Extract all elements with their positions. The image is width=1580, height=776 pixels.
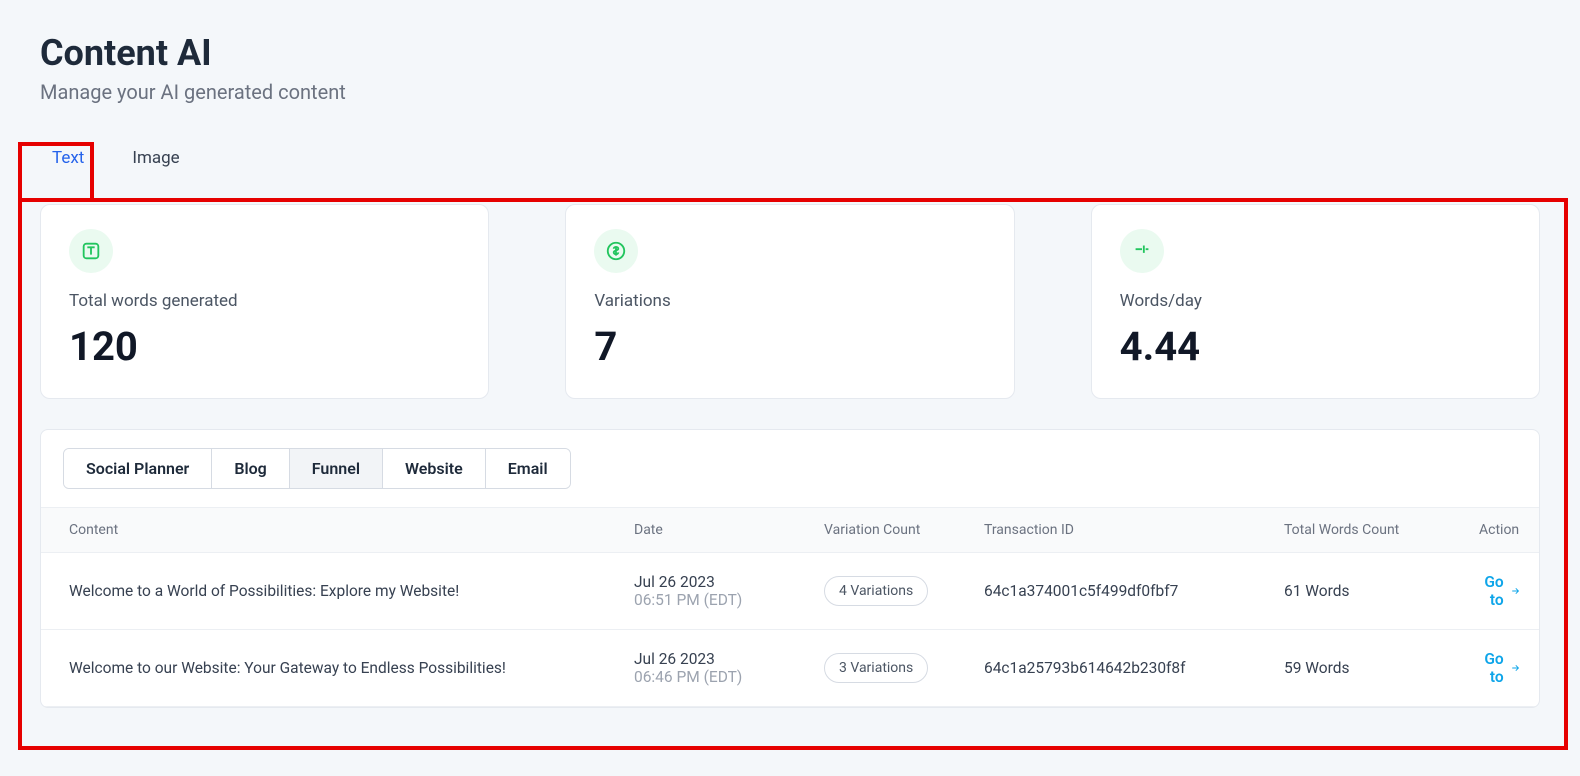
content-table-card: Social Planner Blog Funnel Website Email… — [40, 429, 1540, 708]
stats-row: Total words generated 120 Variations 7 W… — [40, 204, 1540, 399]
stat-words-per-day: Words/day 4.44 — [1091, 204, 1540, 399]
cell-time-value: 06:51 PM (EDT) — [634, 591, 824, 609]
goto-label: Go to — [1479, 573, 1504, 609]
variation-pill: 4 Variations — [824, 576, 928, 606]
filter-website[interactable]: Website — [383, 449, 486, 488]
cell-txn: 64c1a25793b614642b230f8f — [984, 659, 1284, 677]
cell-date: Jul 26 2023 06:51 PM (EDT) — [634, 573, 824, 609]
stat-value: 120 — [69, 323, 460, 370]
cursor-icon — [1120, 229, 1164, 273]
cell-content: Welcome to our Website: Your Gateway to … — [69, 659, 634, 677]
stat-label: Words/day — [1120, 291, 1511, 311]
filter-social-planner[interactable]: Social Planner — [64, 449, 212, 488]
content-table: Content Date Variation Count Transaction… — [41, 507, 1539, 707]
col-words: Total Words Count — [1284, 522, 1479, 538]
cell-time-value: 06:46 PM (EDT) — [634, 668, 824, 686]
col-variation: Variation Count — [824, 522, 984, 538]
arrow-right-icon — [1510, 660, 1521, 676]
goto-button[interactable]: Go to — [1479, 650, 1520, 686]
stat-label: Total words generated — [69, 291, 460, 311]
col-date: Date — [634, 522, 824, 538]
main-tabs: Text Image — [40, 140, 1540, 176]
cell-txn: 64c1a374001c5f499df0fbf7 — [984, 582, 1284, 600]
goto-label: Go to — [1479, 650, 1504, 686]
cell-date-value: Jul 26 2023 — [634, 650, 824, 668]
variation-pill: 3 Variations — [824, 653, 928, 683]
filter-row: Social Planner Blog Funnel Website Email — [41, 430, 1539, 489]
page-subtitle: Manage your AI generated content — [40, 80, 1540, 104]
stat-label: Variations — [594, 291, 985, 311]
tab-image[interactable]: Image — [128, 140, 183, 176]
cell-words: 61 Words — [1284, 582, 1479, 600]
tab-text[interactable]: Text — [48, 140, 88, 176]
stat-variations: Variations 7 — [565, 204, 1014, 399]
filter-blog[interactable]: Blog — [212, 449, 289, 488]
filter-email[interactable]: Email — [486, 449, 570, 488]
col-content: Content — [69, 522, 634, 538]
cell-action: Go to — [1479, 573, 1520, 609]
cell-date: Jul 26 2023 06:46 PM (EDT) — [634, 650, 824, 686]
filter-funnel[interactable]: Funnel — [290, 449, 383, 488]
col-action: Action — [1479, 522, 1519, 538]
cell-variations: 4 Variations — [824, 576, 984, 606]
cell-date-value: Jul 26 2023 — [634, 573, 824, 591]
table-row: Welcome to a World of Possibilities: Exp… — [41, 553, 1539, 630]
dollar-icon — [594, 229, 638, 273]
page-title: Content AI — [40, 32, 1540, 74]
stat-total-words: Total words generated 120 — [40, 204, 489, 399]
cell-words: 59 Words — [1284, 659, 1479, 677]
table-header: Content Date Variation Count Transaction… — [41, 507, 1539, 553]
text-icon — [69, 229, 113, 273]
filter-group: Social Planner Blog Funnel Website Email — [63, 448, 571, 489]
cell-action: Go to — [1479, 650, 1520, 686]
goto-button[interactable]: Go to — [1479, 573, 1520, 609]
stat-value: 4.44 — [1120, 323, 1511, 370]
cell-content: Welcome to a World of Possibilities: Exp… — [69, 582, 634, 600]
table-row: Welcome to our Website: Your Gateway to … — [41, 630, 1539, 707]
cell-variations: 3 Variations — [824, 653, 984, 683]
col-txn: Transaction ID — [984, 522, 1284, 538]
stat-value: 7 — [594, 323, 985, 370]
arrow-right-icon — [1510, 583, 1521, 599]
